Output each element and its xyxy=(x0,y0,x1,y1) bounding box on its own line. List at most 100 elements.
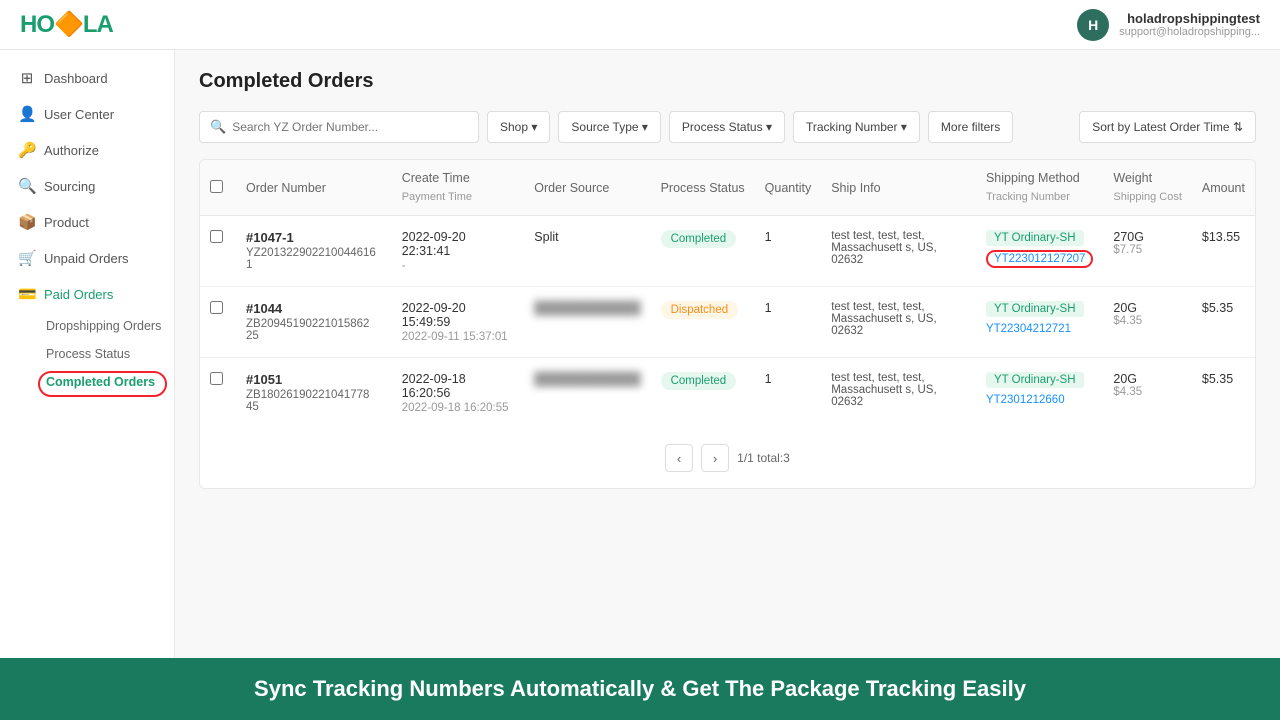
table-row: #1047-1 YZ201322902210044616​1 2022-09-2… xyxy=(200,216,1255,287)
order-number-cell: #1051 ZB18026190221041778​45 xyxy=(236,358,392,429)
shipping-method: YT Ordinary-SH xyxy=(986,230,1084,246)
orders-table: Order Number Create TimePayment Time Ord… xyxy=(200,160,1255,428)
sidebar-item-paid-orders[interactable]: 💳 Paid Orders xyxy=(0,276,174,312)
order-source-cell: ████████████ xyxy=(524,358,650,429)
quantity-cell: 1 xyxy=(755,287,822,358)
completed-orders-highlight: Completed Orders xyxy=(46,375,155,389)
amount-cell: $13.55 xyxy=(1192,216,1255,287)
page-info: 1/1 total:3 xyxy=(737,451,790,465)
sidebar-label-paid-orders: Paid Orders xyxy=(44,287,113,302)
search-icon: 🔍 xyxy=(210,119,226,135)
th-order-source: Order Source xyxy=(524,160,650,216)
amount-cell: $5.35 xyxy=(1192,287,1255,358)
table-body: #1047-1 YZ201322902210044616​1 2022-09-2… xyxy=(200,216,1255,429)
payment-time: 2022-09-11 15:37:01 xyxy=(402,331,515,343)
shipping-method: YT Ordinary-SH xyxy=(986,372,1084,388)
weight-cell: 20G $4.35 xyxy=(1103,358,1192,429)
user-details: holadropshippingtest support@holadropshi… xyxy=(1119,11,1260,38)
sidebar-item-product[interactable]: 📦 Product xyxy=(0,204,174,240)
th-ship-info: Ship Info xyxy=(821,160,976,216)
logo: HO🔶LA xyxy=(20,10,113,39)
avatar: H xyxy=(1077,9,1109,41)
order-id: ZB18026190221041778​45 xyxy=(246,389,382,413)
search-box[interactable]: 🔍 xyxy=(199,111,479,143)
sidebar-item-unpaid-orders[interactable]: 🛒 Unpaid Orders xyxy=(0,240,174,276)
bottom-banner: Sync Tracking Numbers Automatically & Ge… xyxy=(0,658,1280,720)
banner-text: Sync Tracking Numbers Automatically & Ge… xyxy=(254,676,1026,701)
tracking-number-cell: YT223012127207 xyxy=(986,250,1093,268)
order-num: #1051 xyxy=(246,372,382,387)
process-status-cell: Completed xyxy=(651,358,755,429)
order-number-cell: #1047-1 YZ201322902210044616​1 xyxy=(236,216,392,287)
order-source-cell: Split xyxy=(524,216,650,287)
payment-time: 2022-09-18 16:20:55 xyxy=(402,402,515,414)
shipping-cost: $4.35 xyxy=(1113,386,1182,398)
tracking-number-filter-button[interactable]: Tracking Number ▾ xyxy=(793,111,920,143)
process-status-filter-button[interactable]: Process Status ▾ xyxy=(669,111,785,143)
shop-filter-button[interactable]: Shop ▾ xyxy=(487,111,550,143)
user-info: H holadropshippingtest support@holadrops… xyxy=(1077,9,1260,41)
th-weight: WeightShipping Cost xyxy=(1103,160,1192,216)
sidebar-label-product: Product xyxy=(44,215,89,230)
th-amount: Amount xyxy=(1192,160,1255,216)
more-filters-button[interactable]: More filters xyxy=(928,111,1013,143)
th-create-time: Create TimePayment Time xyxy=(392,160,525,216)
sidebar-item-sourcing[interactable]: 🔍 Sourcing xyxy=(0,168,174,204)
pagination: ‹ › 1/1 total:3 xyxy=(200,428,1255,488)
sidebar-item-process-status[interactable]: Process Status xyxy=(36,340,174,368)
shipping-method-cell: YT Ordinary-SH YT2301212660 xyxy=(976,358,1103,429)
weight: 20G xyxy=(1113,372,1182,386)
order-source-blurred: ████████████ xyxy=(534,372,640,386)
sidebar-item-dropshipping-orders[interactable]: Dropshipping Orders xyxy=(36,312,174,340)
order-num: #1047-1 xyxy=(246,230,382,245)
ship-info-cell: test test, test, test, Massachusett s, U… xyxy=(821,358,976,429)
table-row: #1044 ZB20945190221015862​25 2022-09-20 … xyxy=(200,287,1255,358)
ship-info-cell: test test, test, test, Massachusett s, U… xyxy=(821,287,976,358)
sidebar-label-unpaid-orders: Unpaid Orders xyxy=(44,251,129,266)
row-checkbox[interactable] xyxy=(210,230,223,243)
order-num: #1044 xyxy=(246,301,382,316)
sidebar-item-completed-orders[interactable]: Completed Orders xyxy=(36,368,174,396)
th-quantity: Quantity xyxy=(755,160,822,216)
unpaid-orders-icon: 🛒 xyxy=(18,249,36,267)
shipping-method-cell: YT Ordinary-SH YT22304212721 xyxy=(976,287,1103,358)
quantity-cell: 1 xyxy=(755,216,822,287)
tracking-number-circled[interactable]: YT223012127207 xyxy=(986,250,1093,268)
sidebar-label-sourcing: Sourcing xyxy=(44,179,95,194)
weight: 20G xyxy=(1113,301,1182,315)
shipping-cost: $7.75 xyxy=(1113,244,1182,256)
shipping-cost: $4.35 xyxy=(1113,315,1182,327)
authorize-icon: 🔑 xyxy=(18,141,36,159)
topbar: HO🔶LA H holadropshippingtest support@hol… xyxy=(0,0,1280,50)
sidebar-item-dashboard[interactable]: ⊞ Dashboard xyxy=(0,60,174,96)
tracking-number[interactable]: YT22304212721 xyxy=(986,323,1071,335)
quantity-cell: 1 xyxy=(755,358,822,429)
table-header-row: Order Number Create TimePayment Time Ord… xyxy=(200,160,1255,216)
th-checkbox xyxy=(200,160,236,216)
tracking-number[interactable]: YT2301212660 xyxy=(986,394,1065,406)
sidebar-label-user-center: User Center xyxy=(44,107,114,122)
select-all-checkbox[interactable] xyxy=(210,180,223,193)
payment-time: - xyxy=(402,260,515,272)
tracking-number-cell: YT2301212660 xyxy=(986,392,1093,406)
status-badge: Completed xyxy=(661,230,737,248)
order-source-blurred: ████████████ xyxy=(534,301,640,315)
th-process-status: Process Status xyxy=(651,160,755,216)
source-type-filter-button[interactable]: Source Type ▾ xyxy=(558,111,661,143)
create-time-cell: 2022-09-18 16:20:56 2022-09-18 16:20:55 xyxy=(392,358,525,429)
sidebar-item-user-center[interactable]: 👤 User Center xyxy=(0,96,174,132)
row-checkbox[interactable] xyxy=(210,301,223,314)
ship-info-cell: test test, test, test, Massachusett s, U… xyxy=(821,216,976,287)
order-number-cell: #1044 ZB20945190221015862​25 xyxy=(236,287,392,358)
main-content: Completed Orders 🔍 Shop ▾ Source Type ▾ … xyxy=(175,50,1280,658)
sidebar-item-authorize[interactable]: 🔑 Authorize xyxy=(0,132,174,168)
prev-page-button[interactable]: ‹ xyxy=(665,444,693,472)
search-input[interactable] xyxy=(232,120,468,134)
row-checkbox[interactable] xyxy=(210,372,223,385)
filter-bar: 🔍 Shop ▾ Source Type ▾ Process Status ▾ … xyxy=(199,111,1256,143)
sort-button[interactable]: Sort by Latest Order Time ⇅ xyxy=(1079,111,1256,143)
weight: 270G xyxy=(1113,230,1182,244)
sidebar-label-dashboard: Dashboard xyxy=(44,71,108,86)
orders-table-wrapper: Order Number Create TimePayment Time Ord… xyxy=(199,159,1256,489)
next-page-button[interactable]: › xyxy=(701,444,729,472)
